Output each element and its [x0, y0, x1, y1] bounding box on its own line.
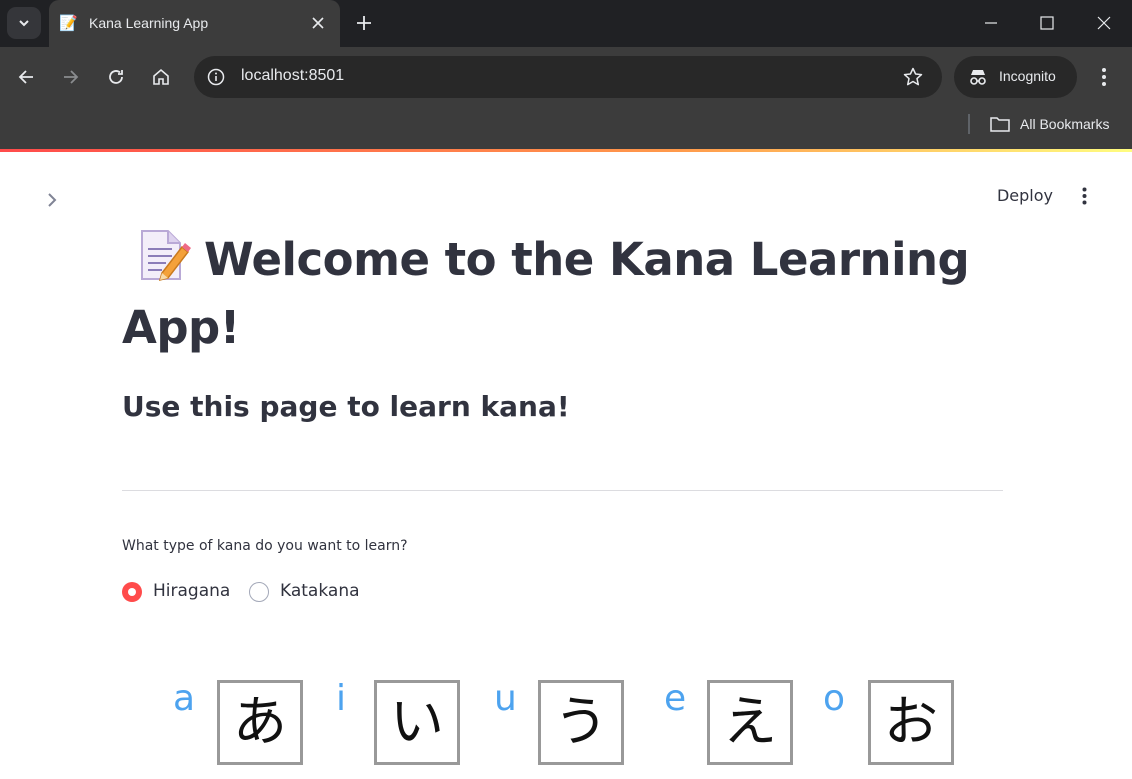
home-button[interactable]: [145, 61, 177, 93]
tab-search-button[interactable]: [7, 7, 41, 39]
memo-emoji-icon: [134, 227, 192, 283]
kana-card-o: お: [868, 680, 954, 765]
kana-type-radio-label: What type of kana do you want to learn?: [122, 538, 408, 554]
forward-button[interactable]: [55, 61, 87, 93]
folder-icon: [990, 117, 1010, 132]
kana-romaji-u: u: [494, 678, 517, 719]
tab-title: Kana Learning App: [89, 15, 209, 31]
more-vertical-icon: [1102, 68, 1106, 86]
kana-romaji-a: a: [173, 678, 196, 719]
all-bookmarks-label: All Bookmarks: [1020, 116, 1110, 132]
page-title-text: Welcome to the Kana Learning App!: [122, 233, 970, 354]
window-close-button[interactable]: [1075, 0, 1132, 47]
kana-card-u: う: [538, 680, 624, 765]
new-tab-button[interactable]: [350, 9, 378, 37]
browser-titlebar: 📝 Kana Learning App: [0, 0, 1132, 47]
radio-option-label: Hiragana: [153, 581, 231, 601]
site-info-button[interactable]: [204, 65, 228, 89]
incognito-button[interactable]: Incognito: [954, 56, 1077, 98]
browser-toolbar: localhost:8501 Incognito: [0, 47, 1132, 107]
chevron-right-icon: [48, 193, 57, 207]
address-bar[interactable]: localhost:8501: [194, 56, 942, 98]
reload-icon: [109, 70, 123, 84]
incognito-label: Incognito: [999, 68, 1056, 84]
page-title: Welcome to the Kana Learning App!: [122, 226, 1002, 362]
minimize-button[interactable]: [962, 0, 1019, 47]
maximize-icon: [1040, 16, 1054, 30]
url-text: localhost:8501: [241, 67, 345, 84]
tab-close-button[interactable]: [306, 11, 330, 35]
bookmarks-separator: [968, 114, 970, 134]
plus-icon: [357, 16, 371, 30]
deploy-button[interactable]: Deploy: [990, 182, 1060, 210]
close-icon: [312, 17, 324, 29]
chevron-down-icon: [19, 20, 29, 27]
maximize-button[interactable]: [1018, 0, 1075, 47]
kana-romaji-e: e: [664, 678, 687, 719]
minimize-icon: [985, 22, 997, 24]
kana-card-e: え: [707, 680, 793, 765]
more-vertical-icon: [1082, 187, 1087, 205]
browser-tab[interactable]: 📝 Kana Learning App: [49, 0, 340, 47]
radio-option-katakana[interactable]: Katakana: [249, 580, 364, 604]
info-icon: [207, 68, 225, 86]
main-menu-button[interactable]: [1072, 182, 1098, 210]
page-subheader: Use this page to learn kana!: [122, 390, 570, 423]
bookmark-star-button[interactable]: [901, 65, 925, 89]
all-bookmarks-button[interactable]: All Bookmarks: [986, 111, 1126, 137]
arrow-left-icon: [18, 70, 33, 84]
bookmarks-bar: All Bookmarks: [0, 107, 1132, 149]
back-button[interactable]: [10, 61, 42, 93]
kana-romaji-i: i: [336, 678, 347, 719]
radio-option-hiragana[interactable]: Hiragana: [122, 580, 234, 604]
close-icon: [1097, 16, 1111, 30]
radio-selected-icon[interactable]: [122, 582, 142, 602]
kana-card-a: あ: [217, 680, 303, 765]
star-icon: [903, 67, 923, 86]
sidebar-expand-button[interactable]: [40, 188, 64, 212]
tab-favicon-icon: 📝: [59, 15, 78, 32]
arrow-right-icon: [64, 70, 79, 84]
app-view: Deploy Welcome to the Kana Learning App!…: [0, 152, 1132, 779]
home-icon: [153, 68, 169, 85]
kana-card-i: い: [374, 680, 460, 765]
section-divider: [122, 490, 1003, 491]
kana-romaji-o: o: [823, 678, 846, 719]
incognito-icon: [970, 70, 986, 85]
radio-option-label: Katakana: [280, 581, 360, 601]
reload-button[interactable]: [100, 61, 132, 93]
radio-unselected-icon[interactable]: [249, 582, 269, 602]
browser-menu-button[interactable]: [1090, 61, 1120, 93]
